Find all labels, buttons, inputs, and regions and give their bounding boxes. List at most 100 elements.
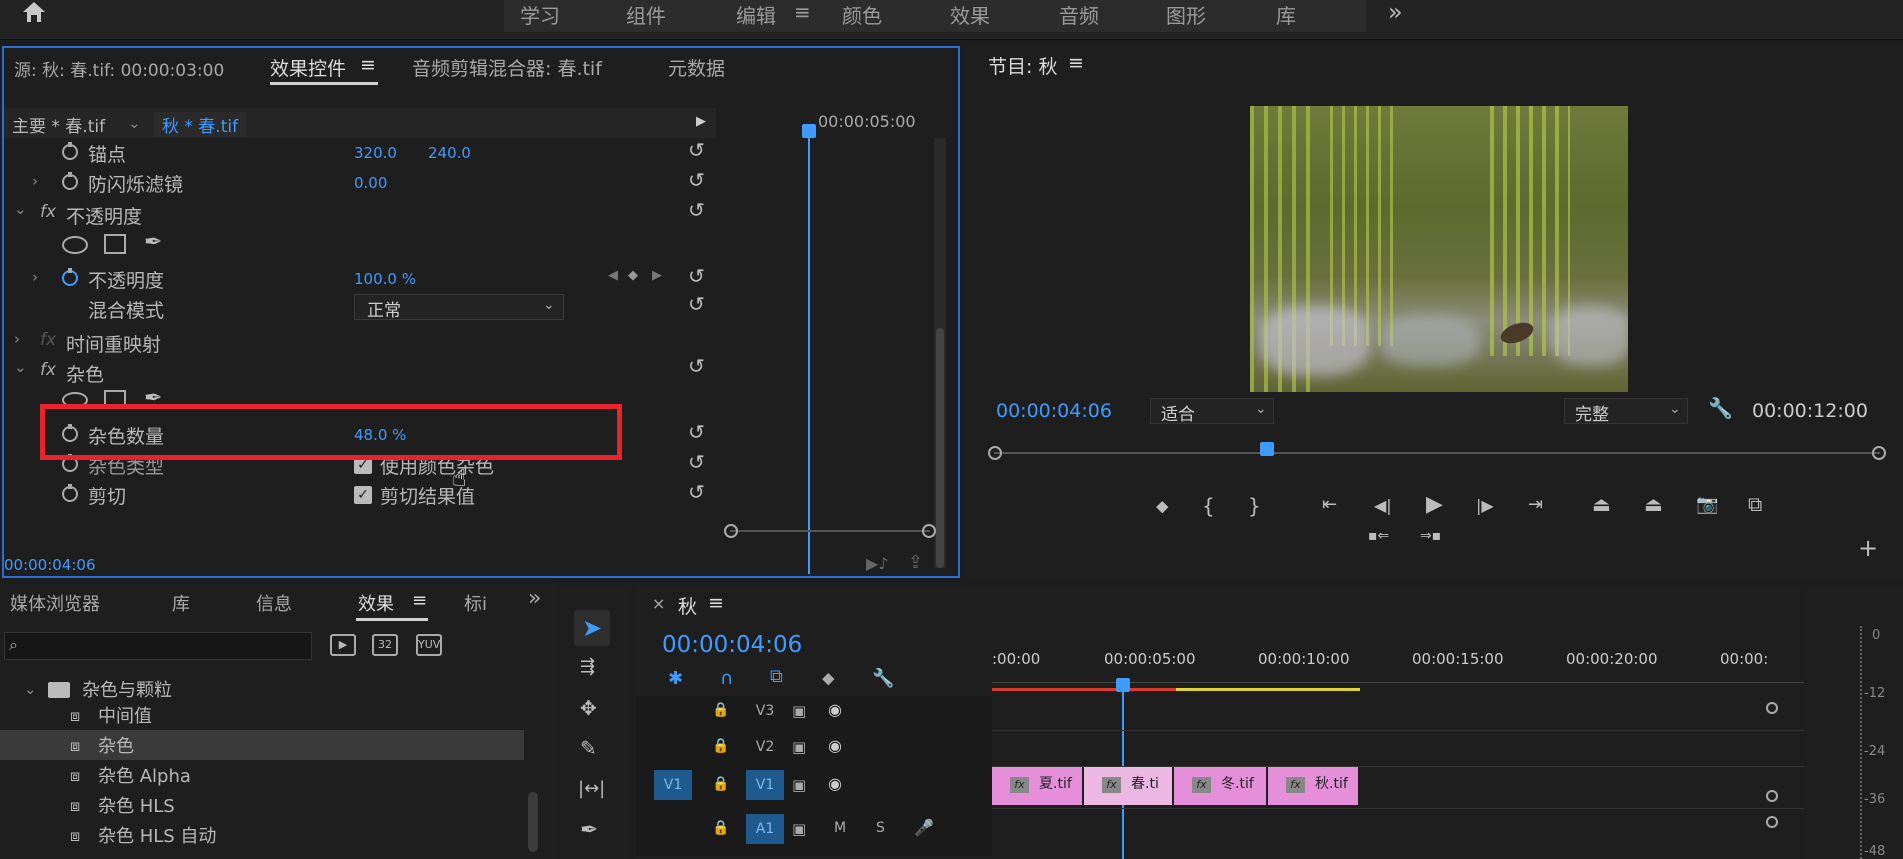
reset-icon[interactable]: ↺: [688, 170, 705, 190]
go-to-in-icon[interactable]: ⇤: [1322, 494, 1337, 515]
export-audio-icon[interactable]: ▶♪: [866, 554, 889, 573]
source-patch-v1[interactable]: V1: [654, 770, 692, 800]
workspace-tab-color[interactable]: 颜色: [842, 0, 882, 29]
stopwatch-icon[interactable]: [62, 142, 78, 160]
ellipse-mask-icon[interactable]: [62, 236, 88, 254]
workspace-tab-audio[interactable]: 音频: [1059, 0, 1099, 29]
effect-item[interactable]: 杂色 HLS 自动: [98, 822, 216, 848]
ripple-edit-tool-icon[interactable]: ✥: [580, 696, 597, 720]
scrubber-track[interactable]: [994, 452, 1880, 454]
quality-select[interactable]: 完整 ⌄: [1564, 398, 1688, 425]
bit32-effects-icon[interactable]: 32: [372, 634, 398, 656]
scrollbar-thumb[interactable]: [936, 328, 944, 568]
effect-item[interactable]: 中间值: [98, 702, 152, 728]
anchor-y-value[interactable]: 240.0: [428, 144, 471, 162]
program-timecode[interactable]: 00:00:04:06: [996, 400, 1112, 422]
lift-icon[interactable]: ⏏: [1592, 492, 1611, 516]
tab-markers[interactable]: 标i: [464, 590, 487, 616]
reset-icon[interactable]: ↺: [688, 422, 705, 442]
nest-icon[interactable]: ✱: [668, 668, 683, 689]
mark-out-icon[interactable]: }: [1248, 494, 1261, 518]
workspace-tab-libraries[interactable]: 库: [1276, 0, 1296, 29]
scrollbar-track[interactable]: [934, 138, 946, 568]
scroll-handle[interactable]: [1766, 790, 1778, 802]
wrench-icon[interactable]: 🔧: [1708, 396, 1733, 420]
reset-icon[interactable]: ↺: [688, 266, 705, 286]
track-v1[interactable]: V1: [746, 770, 784, 800]
eye-icon[interactable]: ◉: [828, 700, 842, 719]
track-v3[interactable]: V3: [746, 696, 784, 726]
workspace-tab-graphics[interactable]: 图形: [1166, 0, 1206, 29]
step-forward-icon[interactable]: |▶: [1476, 496, 1494, 515]
snap-icon[interactable]: ∩: [720, 668, 733, 689]
track-v2[interactable]: V2: [746, 732, 784, 762]
yuv-effects-icon[interactable]: YUV: [416, 634, 442, 656]
tab-effect-controls[interactable]: 效果控件: [270, 54, 346, 81]
zoom-slider[interactable]: [730, 530, 930, 532]
overwrite-icon[interactable]: ⇒▪: [1420, 528, 1441, 544]
slip-tool-icon[interactable]: |↔|: [578, 778, 605, 799]
clip-result-checkbox[interactable]: ✓: [354, 486, 372, 504]
scrollbar-thumb[interactable]: [528, 792, 538, 852]
scrubber-handle-right[interactable]: [1872, 446, 1886, 460]
stopwatch-icon[interactable]: [62, 172, 78, 190]
effect-item[interactable]: 杂色 HLS: [98, 792, 175, 818]
tab-audio-mixer[interactable]: 音频剪辑混合器: 春.tif: [412, 54, 602, 81]
sync-lock-icon[interactable]: ▣: [792, 738, 806, 756]
playhead-marker[interactable]: [802, 124, 816, 138]
pen-mask-icon[interactable]: ✒: [144, 230, 162, 255]
track-a1[interactable]: A1: [746, 814, 784, 844]
search-input[interactable]: ⌕: [4, 632, 312, 660]
fx-badge-icon[interactable]: fx: [40, 360, 56, 380]
reset-icon[interactable]: ↺: [688, 200, 705, 220]
folder-label[interactable]: 杂色与颗粒: [82, 676, 172, 702]
tab-metadata[interactable]: 元数据: [668, 54, 725, 81]
selection-tool-icon[interactable]: ➤: [582, 614, 602, 642]
sync-lock-icon[interactable]: ▣: [792, 776, 806, 794]
add-button-icon[interactable]: +: [1858, 534, 1878, 562]
reset-icon[interactable]: ↺: [688, 452, 705, 472]
accelerated-effects-icon[interactable]: ▶: [330, 634, 356, 656]
add-marker-icon[interactable]: ⬥: [1156, 496, 1169, 517]
workspace-tab-learn[interactable]: 学习: [520, 0, 560, 29]
play-only-icon[interactable]: ▶: [696, 114, 706, 129]
expand-arrow-icon[interactable]: ›: [14, 330, 20, 348]
blend-mode-select[interactable]: 正常 ⌄: [354, 294, 564, 321]
mark-in-icon[interactable]: {: [1202, 494, 1215, 518]
fit-select[interactable]: 适合 ⌄: [1150, 398, 1274, 425]
linked-selection-icon[interactable]: ⧉: [770, 666, 783, 687]
extract-icon[interactable]: ⏏: [1644, 492, 1663, 516]
lock-icon[interactable]: 🔒: [712, 702, 729, 718]
flicker-value[interactable]: 0.00: [354, 174, 387, 192]
timeline-playhead[interactable]: [1116, 678, 1130, 692]
razor-tool-icon[interactable]: ✎: [580, 736, 597, 760]
add-marker-icon[interactable]: ⬥: [822, 668, 835, 689]
lock-icon[interactable]: 🔒: [712, 738, 729, 754]
opacity-value[interactable]: 100.0 %: [354, 270, 416, 288]
collapse-arrow-icon[interactable]: ⌄: [24, 680, 37, 698]
master-clip-label[interactable]: 主要 * 春.tif: [12, 112, 105, 137]
stopwatch-icon[interactable]: [62, 484, 78, 502]
scroll-handle[interactable]: [1766, 702, 1778, 714]
sequence-clip-label[interactable]: 秋 * 春.tif: [154, 112, 247, 137]
microphone-icon[interactable]: 🎤: [914, 818, 934, 837]
workspace-tab-assembly[interactable]: 组件: [626, 0, 666, 29]
pen-tool-icon[interactable]: ✒: [580, 818, 598, 843]
tab-info[interactable]: 信息: [256, 590, 292, 616]
eye-icon[interactable]: ◉: [828, 736, 842, 755]
clip-winter[interactable]: fx 冬.tif: [1174, 767, 1266, 805]
lock-icon[interactable]: 🔒: [712, 776, 729, 792]
panel-menu-icon[interactable]: ≡: [1068, 52, 1084, 74]
tab-libraries[interactable]: 库: [172, 590, 190, 616]
rectangle-mask-icon[interactable]: [104, 234, 126, 254]
tab-media-browser[interactable]: 媒体浏览器: [10, 590, 100, 616]
scrubber-handle-left[interactable]: [988, 446, 1002, 460]
workspace-menu-icon[interactable]: ≡: [794, 0, 811, 24]
compare-icon[interactable]: ⧉: [1748, 492, 1762, 516]
home-icon[interactable]: [20, 0, 48, 24]
camera-icon[interactable]: 📷: [1696, 494, 1718, 515]
stopwatch-active-icon[interactable]: [62, 268, 78, 286]
effect-item[interactable]: 杂色: [98, 732, 134, 758]
settings-wrench-icon[interactable]: 🔧: [872, 668, 894, 689]
export-frame-icon[interactable]: ⇪: [908, 552, 923, 573]
